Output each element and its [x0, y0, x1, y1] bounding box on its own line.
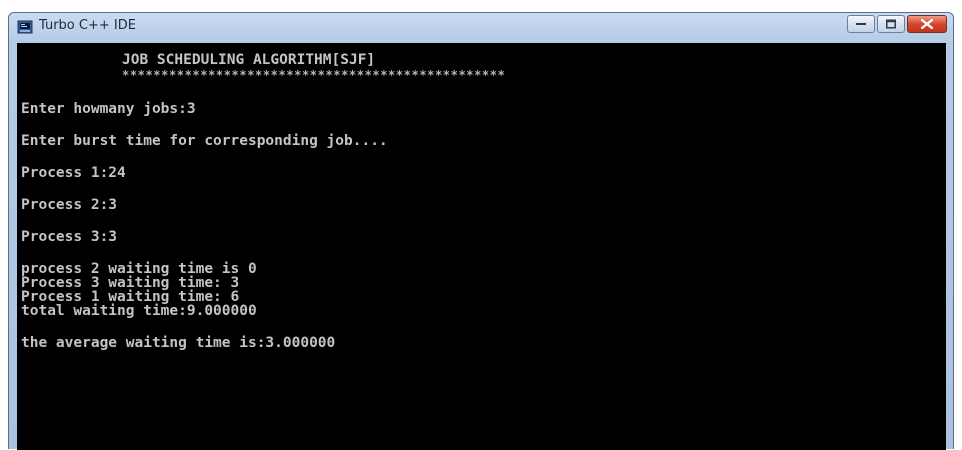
- window-title: Turbo C++ IDE: [39, 18, 136, 33]
- title-bar[interactable]: Turbo C++ IDE: [9, 13, 953, 41]
- console-separator: ****************************************…: [122, 68, 506, 82]
- close-button[interactable]: [907, 15, 947, 33]
- console-line: Process 3:3: [21, 229, 118, 245]
- turbo-cpp-window: Turbo C++ IDE JOB SCHEDULING ALGORITHM[S…: [8, 12, 954, 450]
- console-line: the average waiting time is:3.000000: [21, 335, 336, 351]
- console-output[interactable]: JOB SCHEDULING ALGORITHM[SJF] **********…: [17, 43, 946, 450]
- minimize-button[interactable]: [847, 15, 875, 33]
- turbo-cpp-app-icon[interactable]: [17, 19, 33, 35]
- console-line: Process 1 waiting time: 6: [21, 289, 240, 305]
- console-line: process 2 waiting time is 0: [21, 261, 257, 277]
- console-line: Enter burst time for corresponding job..…: [21, 133, 388, 149]
- maximize-icon: [886, 19, 896, 29]
- console-line: total waiting time:9.000000: [21, 303, 257, 319]
- console-line: Enter howmany jobs:3: [21, 101, 196, 117]
- console-heading: JOB SCHEDULING ALGORITHM[SJF]: [122, 52, 376, 68]
- console-line: Process 2:3: [21, 197, 118, 213]
- console-line: Process 3 waiting time: 3: [21, 275, 240, 291]
- caption-buttons: [847, 15, 947, 35]
- console-line: Process 1:24: [21, 165, 126, 181]
- maximize-button[interactable]: [877, 15, 905, 33]
- close-icon: [921, 19, 933, 29]
- minimize-icon: [856, 23, 866, 25]
